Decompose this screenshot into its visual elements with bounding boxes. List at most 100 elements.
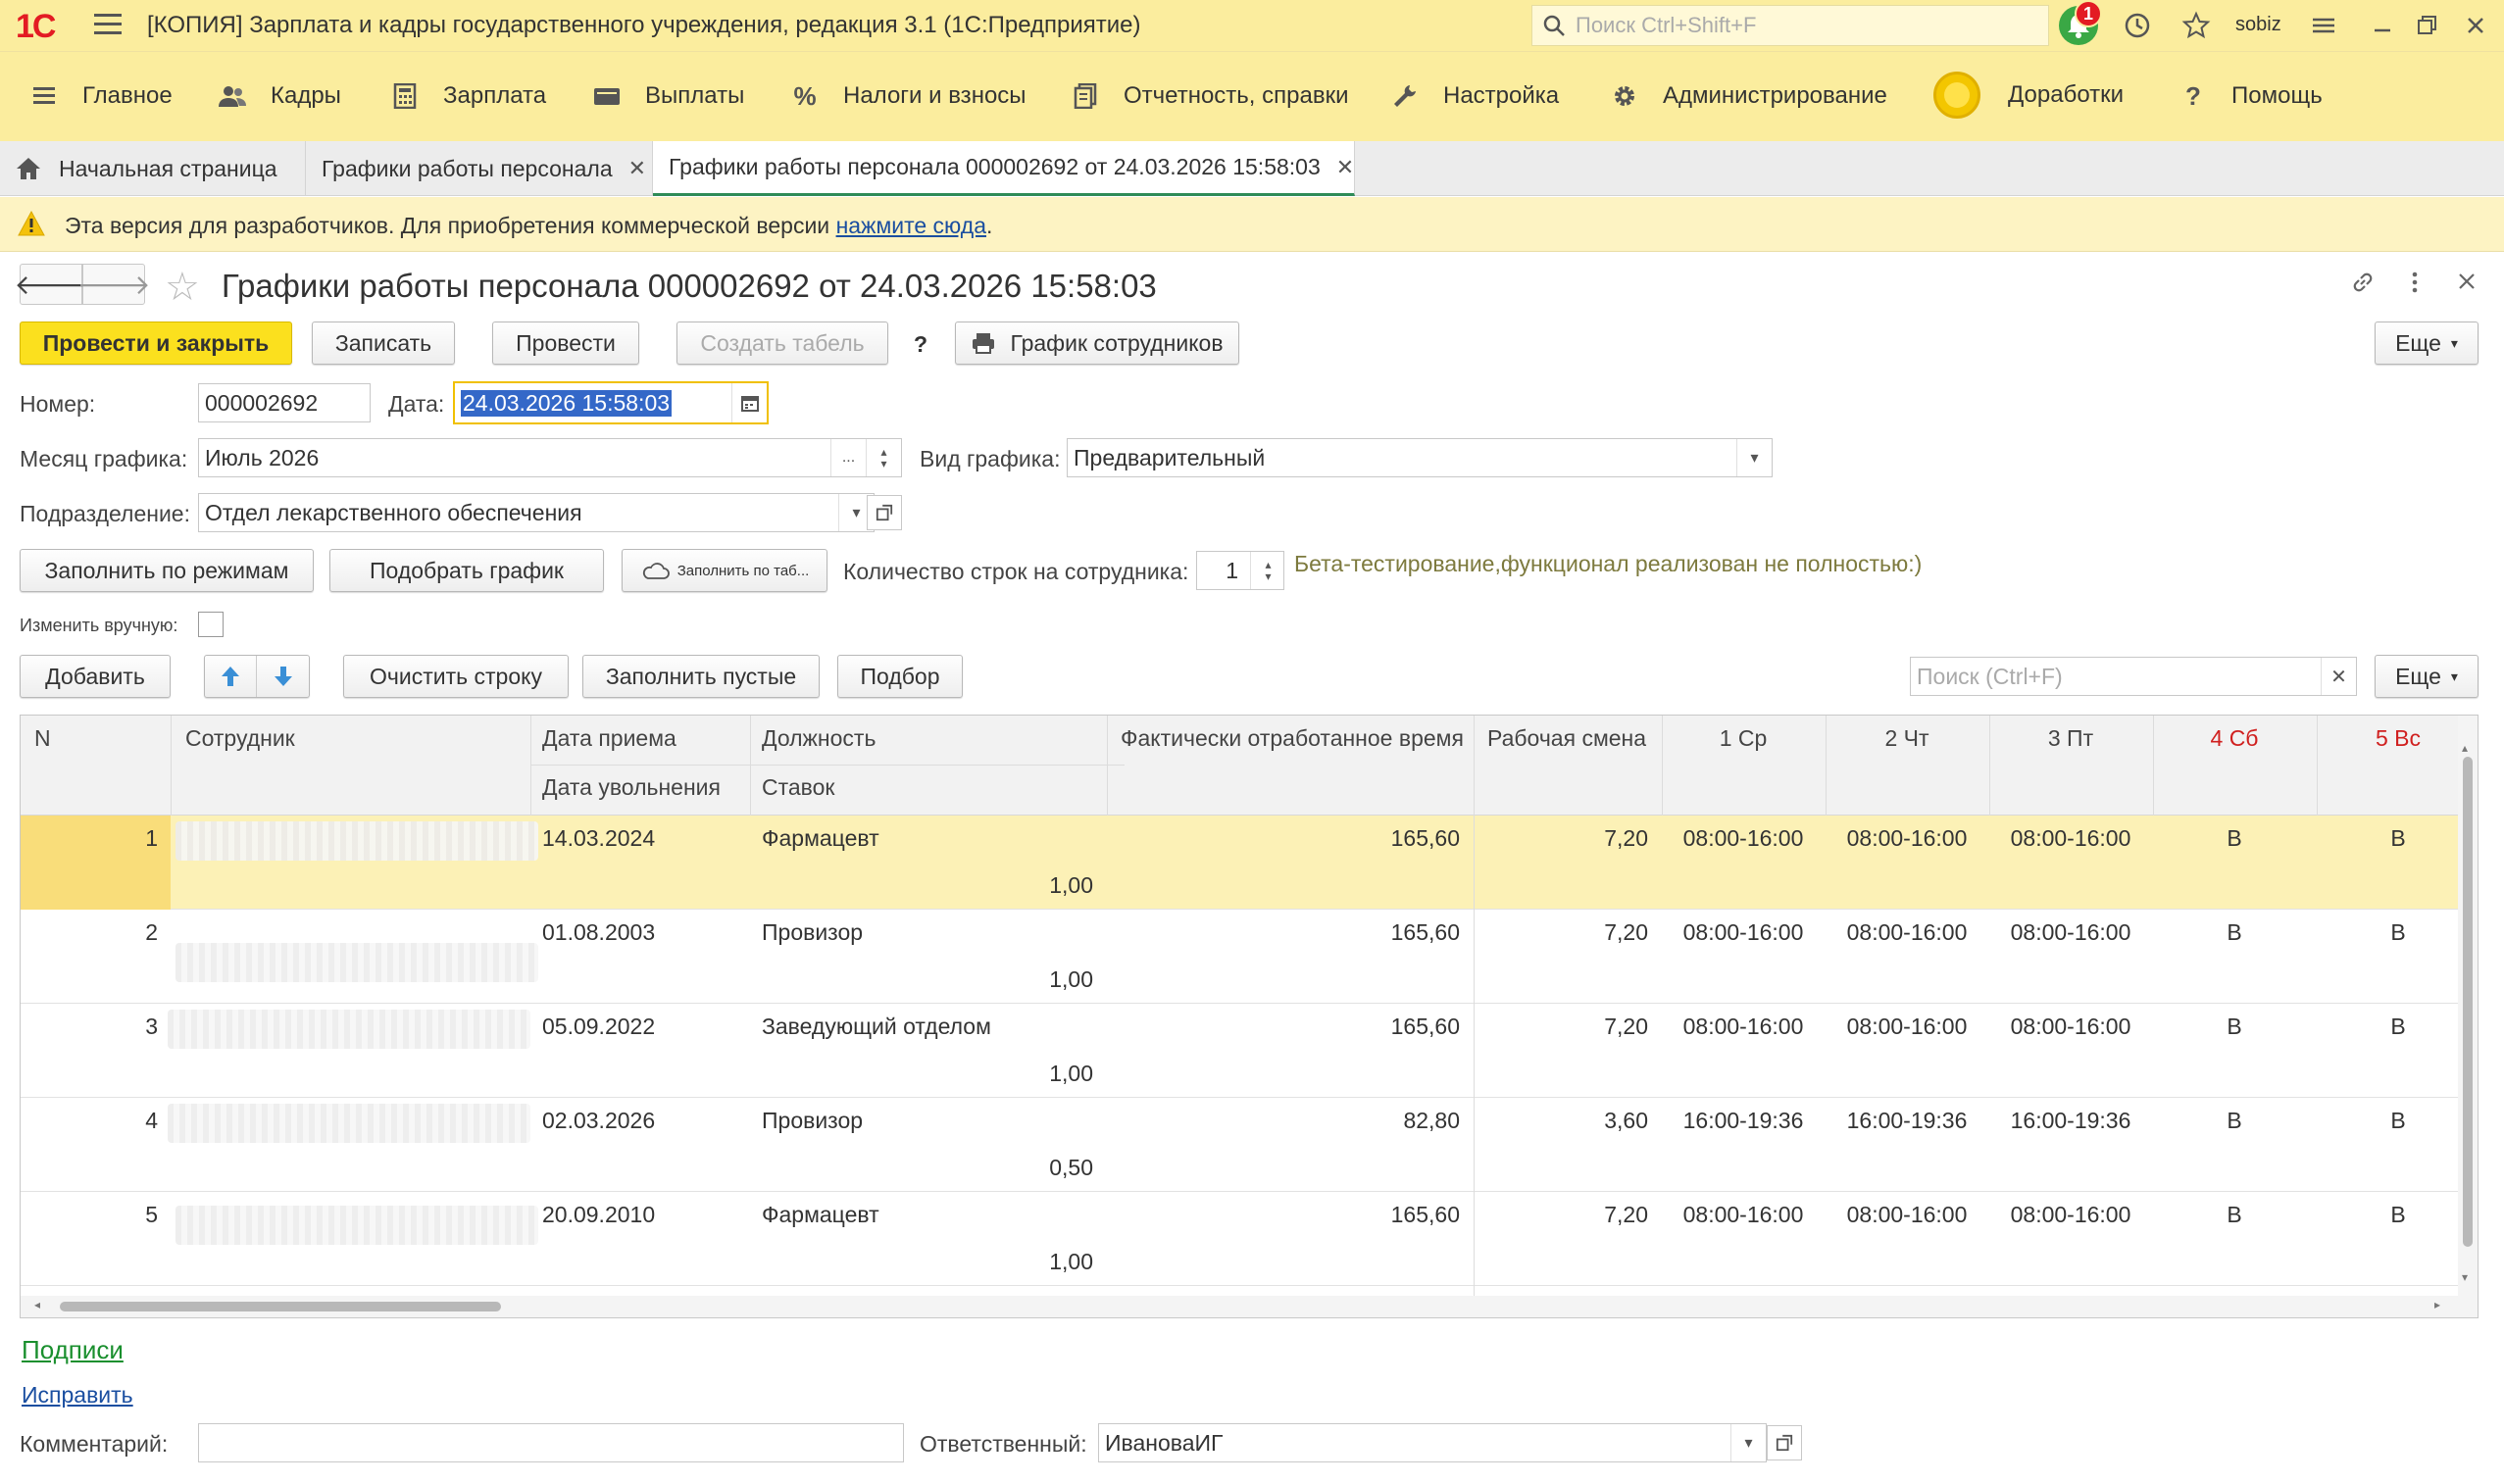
header-employee[interactable]: Сотрудник	[185, 725, 295, 752]
rate-cell[interactable]: 1,00	[750, 1249, 1093, 1275]
fill-by-timesheet-button[interactable]: Заполнить по таб...	[622, 549, 827, 592]
menu-item-customizations[interactable]: Доработки	[1933, 72, 2124, 119]
day-4-cell[interactable]: В	[2153, 825, 2316, 852]
favorite-star-icon[interactable]: ☆	[165, 265, 200, 310]
forward-button[interactable]: 🡒	[76, 264, 151, 305]
day-3-cell[interactable]: 08:00-16:00	[1989, 1202, 2152, 1228]
more-vertical-icon[interactable]	[2410, 269, 2420, 303]
day-3-cell[interactable]: 16:00-19:36	[1989, 1108, 2152, 1134]
menu-item-settings[interactable]: Настройка	[1390, 81, 1559, 111]
add-row-button[interactable]: Добавить	[20, 655, 171, 698]
hire-date-cell[interactable]: 02.03.2026	[542, 1108, 655, 1134]
employee-name-redacted[interactable]	[168, 1010, 530, 1049]
menu-item-taxes[interactable]: % Налоги и взносы	[790, 81, 1026, 111]
comment-field[interactable]	[198, 1423, 904, 1462]
global-search-input[interactable]: Поиск Ctrl+Shift+F	[1531, 5, 2049, 46]
header-actual-time[interactable]: Фактически отработанное время	[1121, 725, 1464, 752]
actual-time-cell[interactable]: 165,60	[1107, 1014, 1460, 1040]
clear-search-icon[interactable]: ✕	[2321, 658, 2356, 695]
current-user[interactable]: sobiz	[2235, 14, 2281, 36]
help-question-icon[interactable]: ?	[914, 331, 927, 358]
close-icon[interactable]: ✕	[1336, 155, 1354, 180]
hire-date-cell[interactable]: 05.09.2022	[542, 1014, 655, 1040]
horizontal-scroll-thumb[interactable]	[60, 1302, 501, 1311]
position-cell[interactable]: Фармацевт	[762, 1202, 879, 1228]
employee-name-redacted[interactable]	[175, 1206, 538, 1245]
link-icon[interactable]	[2349, 269, 2377, 303]
hire-date-cell[interactable]: 20.09.2010	[542, 1202, 655, 1228]
rate-cell[interactable]: 1,00	[750, 1061, 1093, 1087]
header-position[interactable]: Должность	[762, 725, 876, 752]
day-2-cell[interactable]: 08:00-16:00	[1826, 1202, 1988, 1228]
table-row[interactable]: 1 14.03.2024 Фармацевт 1,00 165,60 7,20 08:00-…	[21, 816, 2458, 910]
schedule-month-field[interactable]: Июль 2026 ... ▴ ▾	[198, 438, 902, 477]
shift-cell[interactable]: 7,20	[1474, 825, 1648, 852]
minimize-icon[interactable]	[2363, 6, 2402, 45]
rate-cell[interactable]: 1,00	[750, 872, 1093, 899]
post-button[interactable]: Провести	[492, 322, 639, 365]
menu-item-salary[interactable]: Зарплата	[390, 81, 546, 111]
header-shift[interactable]: Рабочая смена	[1487, 725, 1646, 752]
menu-item-payments[interactable]: Выплаты	[592, 81, 744, 111]
day-5-cell[interactable]: В	[2317, 1202, 2478, 1228]
scroll-up-icon[interactable]: ▴	[2462, 741, 2468, 755]
shift-cell[interactable]: 7,20	[1474, 919, 1648, 946]
scroll-down-icon[interactable]: ▾	[2462, 1270, 2468, 1284]
header-rate[interactable]: Ставок	[762, 774, 835, 801]
employee-name-redacted[interactable]	[175, 821, 538, 861]
actual-time-cell[interactable]: 165,60	[1107, 1202, 1460, 1228]
chevron-down-icon[interactable]: ▾	[1736, 439, 1772, 476]
history-icon[interactable]	[2118, 6, 2157, 45]
day-2-cell[interactable]: 08:00-16:00	[1826, 1014, 1988, 1040]
day-5-cell[interactable]: В	[2317, 919, 2478, 946]
pick-schedule-button[interactable]: Подобрать график	[329, 549, 604, 592]
buy-link[interactable]: нажмите сюда	[836, 213, 986, 238]
day-4-cell[interactable]: В	[2153, 1202, 2316, 1228]
position-cell[interactable]: Провизор	[762, 919, 863, 946]
settings-sliders-icon[interactable]	[2304, 6, 2343, 45]
month-stepper[interactable]: ▴ ▾	[866, 439, 901, 476]
table-row[interactable]: 4 02.03.2026 Провизор 0,50 82,80 3,60 16:00-19…	[21, 1098, 2458, 1192]
date-field[interactable]: 24.03.2026 15:58:03	[453, 381, 769, 424]
open-responsible-icon[interactable]	[1767, 1425, 1802, 1460]
rows-stepper[interactable]: ▴ ▾	[1250, 552, 1285, 589]
header-fire-date[interactable]: Дата увольнения	[542, 774, 721, 801]
day-5-cell[interactable]: В	[2317, 825, 2478, 852]
hire-date-cell[interactable]: 01.08.2003	[542, 919, 655, 946]
horizontal-scrollbar[interactable]: ◂ ▸	[21, 1296, 2458, 1317]
actual-time-cell[interactable]: 165,60	[1107, 919, 1460, 946]
employee-schedule-button[interactable]: График сотрудников	[955, 322, 1239, 365]
selection-button[interactable]: Подбор	[837, 655, 963, 698]
favorites-star-icon[interactable]	[2177, 6, 2216, 45]
manual-edit-checkbox[interactable]	[198, 612, 224, 637]
day-3-cell[interactable]: 08:00-16:00	[1989, 1014, 2152, 1040]
day-1-cell[interactable]: 08:00-16:00	[1662, 1014, 1825, 1040]
day-2-cell[interactable]: 08:00-16:00	[1826, 825, 1988, 852]
close-form-icon[interactable]	[2455, 269, 2479, 300]
tab-schedule-document[interactable]: Графики работы персонала 000002692 от 24…	[653, 141, 1355, 196]
signatures-link[interactable]: Подписи	[22, 1335, 124, 1365]
table-row[interactable]: 3 05.09.2022 Заведующий отделом 1,00 165,60 7…	[21, 1004, 2458, 1098]
hire-date-cell[interactable]: 14.03.2024	[542, 825, 655, 852]
position-cell[interactable]: Заведующий отделом	[762, 1014, 991, 1040]
tab-home[interactable]: Начальная страница	[0, 141, 306, 196]
shift-cell[interactable]: 7,20	[1474, 1202, 1648, 1228]
restore-window-icon[interactable]	[2407, 6, 2446, 45]
position-cell[interactable]: Фармацевт	[762, 825, 879, 852]
responsible-select[interactable]: ИвановаИГ ▾	[1098, 1423, 1767, 1462]
scroll-right-icon[interactable]: ▸	[2434, 1298, 2440, 1311]
header-day-3[interactable]: 3 Пт	[1989, 725, 2152, 752]
header-day-4[interactable]: 4 Сб	[2153, 725, 2316, 752]
day-1-cell[interactable]: 08:00-16:00	[1662, 825, 1825, 852]
day-1-cell[interactable]: 08:00-16:00	[1662, 1202, 1825, 1228]
day-5-cell[interactable]: В	[2317, 1108, 2478, 1134]
header-day-2[interactable]: 2 Чт	[1826, 725, 1988, 752]
rate-cell[interactable]: 1,00	[750, 966, 1093, 993]
clear-row-button[interactable]: Очистить строку	[343, 655, 569, 698]
more-actions-button[interactable]: Еще ▾	[2375, 322, 2479, 365]
chevron-down-icon[interactable]: ▾	[1730, 1424, 1766, 1461]
day-2-cell[interactable]: 16:00-19:36	[1826, 1108, 1988, 1134]
header-day-5[interactable]: 5 Вс	[2317, 725, 2478, 752]
header-n[interactable]: N	[34, 725, 51, 752]
table-row[interactable]: 5 20.09.2010 Фармацевт 1,00 165,60 7,20 08:00-…	[21, 1192, 2458, 1286]
